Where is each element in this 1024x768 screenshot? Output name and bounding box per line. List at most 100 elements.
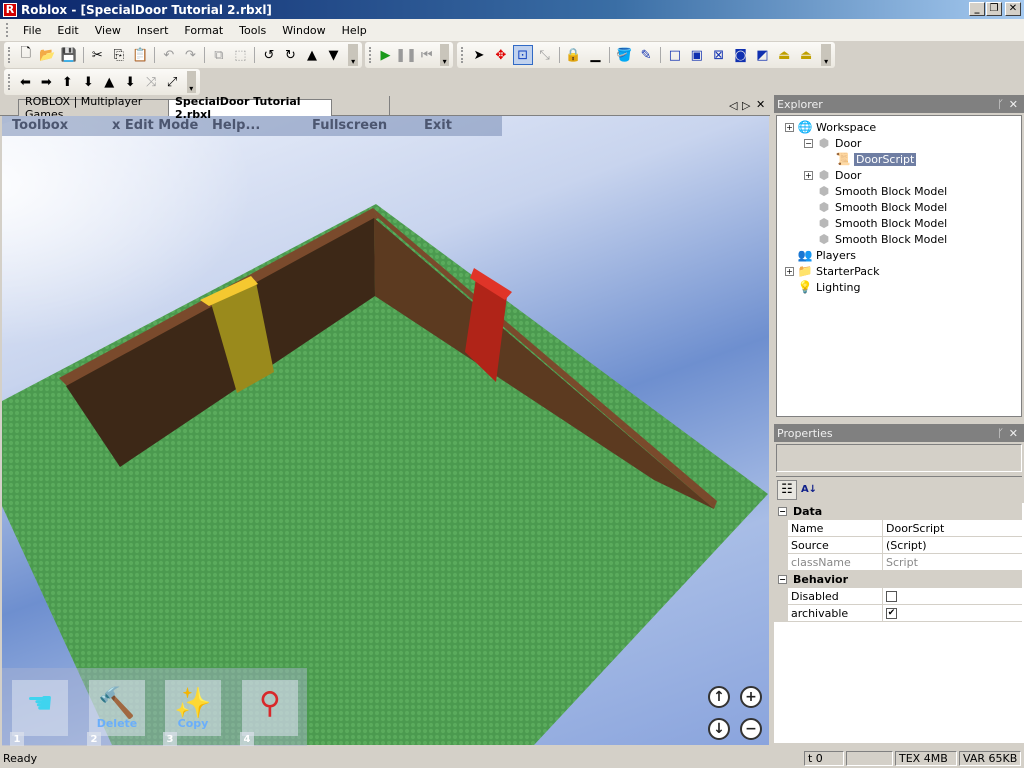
tool-slot-4[interactable]: ⚲ 4: [240, 680, 298, 746]
toolbar-grip[interactable]: [8, 47, 11, 63]
expander-icon[interactable]: −: [804, 138, 813, 148]
ungroup-icon[interactable]: ⬚: [231, 45, 251, 65]
surface-hinge-icon[interactable]: ⏏: [774, 45, 794, 65]
tree-node[interactable]: ⬢ Smooth Block Model: [804, 183, 947, 199]
paste-icon[interactable]: 📋: [131, 45, 151, 65]
property-row[interactable]: Disabled: [774, 588, 1022, 605]
drop-down-icon[interactable]: ▼: [324, 45, 344, 65]
tab-prev-icon[interactable]: ◁: [729, 99, 737, 112]
tree-node[interactable]: 💡 Lighting: [785, 279, 861, 295]
surface-motor-icon[interactable]: ⏏: [796, 45, 816, 65]
property-value[interactable]: DoorScript: [883, 520, 1022, 536]
redo-icon[interactable]: ↷: [181, 45, 201, 65]
close-panel-icon[interactable]: ✕: [1009, 98, 1018, 111]
property-checkbox[interactable]: ✔: [886, 607, 897, 619]
lift-up-icon[interactable]: ▲: [302, 45, 322, 65]
minimize-button[interactable]: _: [969, 2, 985, 16]
pin-icon[interactable]: ᚴ: [997, 427, 1004, 440]
zoom-out-button[interactable]: −: [740, 718, 762, 740]
menu-edit[interactable]: Edit: [49, 24, 86, 37]
categorized-sort-icon[interactable]: ☷: [777, 479, 797, 500]
tool-slot-1[interactable]: ☚ 1: [10, 680, 68, 746]
pause-icon[interactable]: ❚❚: [395, 45, 417, 65]
game-menu-exit[interactable]: Exit: [424, 118, 452, 133]
collapse-icon[interactable]: ⤨: [142, 72, 161, 92]
scene-3d[interactable]: [2, 116, 769, 745]
toolbar-overflow-button[interactable]: ▾: [348, 44, 359, 66]
game-menu-toolbox[interactable]: Toolbox: [12, 118, 68, 133]
zoom-in-button[interactable]: +: [740, 686, 762, 708]
tool-slot-3[interactable]: ✨ Copy 3: [163, 680, 221, 746]
camera-up-button[interactable]: ↑: [708, 686, 730, 708]
menu-file[interactable]: File: [15, 24, 49, 37]
toolbar-grip[interactable]: [369, 47, 372, 63]
menu-help[interactable]: Help: [334, 24, 375, 37]
tree-node[interactable]: + 🌐 Workspace: [785, 119, 876, 135]
tab-specialdoor[interactable]: SpecialDoor Tutorial 2.rbxl: [168, 95, 332, 121]
camera-down-button[interactable]: ↓: [708, 718, 730, 740]
explorer-tree[interactable]: + 🌐 Workspace − ⬢ Door 📜 DoorScript + ⬢ Door ⬢ Smoot…: [776, 115, 1022, 417]
property-row[interactable]: Name DoorScript: [774, 520, 1022, 537]
menu-window[interactable]: Window: [274, 24, 333, 37]
save-icon[interactable]: 💾: [59, 45, 79, 65]
close-window-button[interactable]: ✕: [1005, 2, 1021, 16]
tree-node[interactable]: − ⬢ Door: [804, 135, 861, 151]
property-category[interactable]: − Data: [774, 503, 1022, 520]
toolbar-grip[interactable]: [461, 47, 464, 63]
undo-icon[interactable]: ↶: [159, 45, 179, 65]
menu-tools[interactable]: Tools: [231, 24, 274, 37]
tree-node[interactable]: 📜 DoorScript: [823, 151, 917, 167]
game-viewport[interactable]: [2, 116, 769, 745]
select-icon[interactable]: ➤: [469, 45, 489, 65]
menu-format[interactable]: Format: [176, 24, 231, 37]
tree-node[interactable]: + ⬢ Door: [804, 167, 861, 183]
property-category[interactable]: − Behavior: [774, 571, 1022, 588]
reset-icon[interactable]: ⏮: [418, 45, 435, 65]
property-row[interactable]: Source (Script): [774, 537, 1022, 554]
tool-slot-2[interactable]: 🔨 Delete 2: [87, 680, 145, 746]
open-icon[interactable]: 📂: [38, 45, 58, 65]
move-icon[interactable]: ✥: [491, 45, 511, 65]
menu-insert[interactable]: Insert: [129, 24, 177, 37]
tilt-icon[interactable]: ↻: [281, 45, 301, 65]
resize-icon[interactable]: ⊡: [512, 45, 533, 65]
toolbar-overflow-button[interactable]: ▾: [440, 44, 449, 66]
paint-bucket-icon[interactable]: 🪣: [614, 45, 634, 65]
copy-icon[interactable]: ⎘: [109, 45, 129, 65]
joint-icon[interactable]: ⤡: [535, 45, 555, 65]
expander-icon[interactable]: +: [785, 122, 794, 132]
tab-close-icon[interactable]: ✕: [756, 98, 765, 111]
toolbar-overflow-button[interactable]: ▾: [821, 44, 832, 66]
alphabetical-sort-icon[interactable]: A↓: [799, 480, 819, 500]
property-row[interactable]: className Script: [774, 554, 1022, 571]
tree-node[interactable]: ⬢ Smooth Block Model: [804, 215, 947, 231]
surface-studs-icon[interactable]: ◙: [731, 45, 751, 65]
anchor-icon[interactable]: ▁: [585, 45, 605, 65]
surface-glue-icon[interactable]: ▣: [687, 45, 707, 65]
collapse-icon[interactable]: −: [778, 574, 787, 584]
surface-inlet-icon[interactable]: ◩: [753, 45, 773, 65]
tilt-up-icon[interactable]: ⬆: [58, 72, 77, 92]
menu-view[interactable]: View: [87, 24, 129, 37]
property-value[interactable]: (Script): [883, 537, 1022, 553]
lock-icon[interactable]: 🔒: [564, 45, 584, 65]
run-icon[interactable]: ▶: [377, 45, 394, 65]
tab-roblox-multiplayer[interactable]: ROBLOX | Multiplayer Games: [18, 95, 170, 121]
dropper-icon[interactable]: ✎: [636, 45, 656, 65]
tree-node[interactable]: ⬢ Smooth Block Model: [804, 199, 947, 215]
tree-node[interactable]: + 📁 StarterPack: [785, 263, 879, 279]
tilt-down-icon[interactable]: ⬇: [79, 72, 98, 92]
property-row[interactable]: archivable ✔: [774, 605, 1022, 622]
menu-grip[interactable]: [6, 23, 9, 37]
move-down-icon[interactable]: ⬇: [121, 72, 140, 92]
surface-smooth-icon[interactable]: □: [665, 45, 685, 65]
expand-icon[interactable]: ⤢: [163, 72, 182, 92]
pin-icon[interactable]: ᚴ: [997, 98, 1004, 111]
tab-next-icon[interactable]: ▷: [742, 99, 750, 112]
rotate-right-icon[interactable]: ➡: [37, 72, 56, 92]
close-panel-icon[interactable]: ✕: [1009, 427, 1018, 440]
collapse-icon[interactable]: −: [778, 506, 787, 516]
expander-icon[interactable]: +: [785, 266, 794, 276]
rotate-icon[interactable]: ↺: [259, 45, 279, 65]
expander-icon[interactable]: +: [804, 170, 813, 180]
